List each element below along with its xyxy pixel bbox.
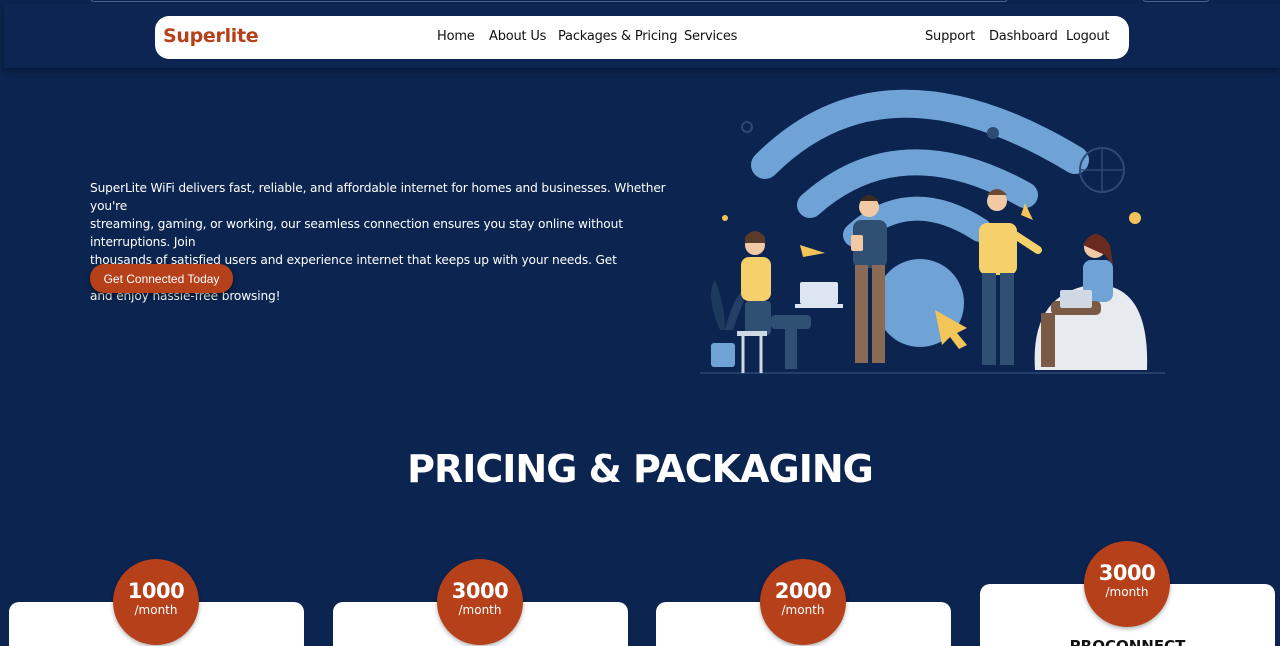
- price-badge: 1000 /month: [113, 559, 199, 645]
- brand-logo[interactable]: Superlite: [163, 25, 259, 47]
- price-badge: 3000 /month: [437, 559, 523, 645]
- price-period: /month: [458, 603, 502, 617]
- plan-name: PROCONNECT: [1069, 637, 1186, 646]
- price-amount: 2000: [774, 579, 832, 603]
- price-period: /month: [134, 603, 178, 617]
- address-bar-edge: [90, 0, 1008, 2]
- price-amount: 3000: [1098, 561, 1156, 585]
- wifi-illustration-icon: [700, 89, 1165, 374]
- price-period: /month: [1105, 585, 1149, 599]
- nav-support[interactable]: Support: [925, 29, 975, 44]
- price-period: /month: [781, 603, 825, 617]
- nav-services[interactable]: Services: [684, 29, 737, 44]
- nav-about-us[interactable]: About Us: [489, 29, 546, 44]
- nav-home[interactable]: Home: [437, 29, 475, 44]
- nav-logout[interactable]: Logout: [1066, 29, 1110, 44]
- nav-packages-pricing[interactable]: Packages & Pricing: [558, 29, 677, 44]
- hero-line: streaming, gaming, or working, our seaml…: [90, 217, 623, 249]
- price-amount: 3000: [451, 579, 509, 603]
- get-connected-button[interactable]: Get Connected Today: [90, 264, 233, 293]
- top-button-edge: [1142, 0, 1210, 2]
- nav-dashboard[interactable]: Dashboard: [989, 29, 1058, 44]
- navbar: Superlite Home About Us Packages & Prici…: [155, 16, 1129, 59]
- price-amount: 1000: [127, 579, 185, 603]
- price-badge: 2000 /month: [760, 559, 846, 645]
- hero-line: SuperLite WiFi delivers fast, reliable, …: [90, 181, 666, 213]
- price-badge: 3000 /month: [1084, 541, 1170, 627]
- pricing-section-title: PRICING & PACKAGING: [407, 447, 874, 491]
